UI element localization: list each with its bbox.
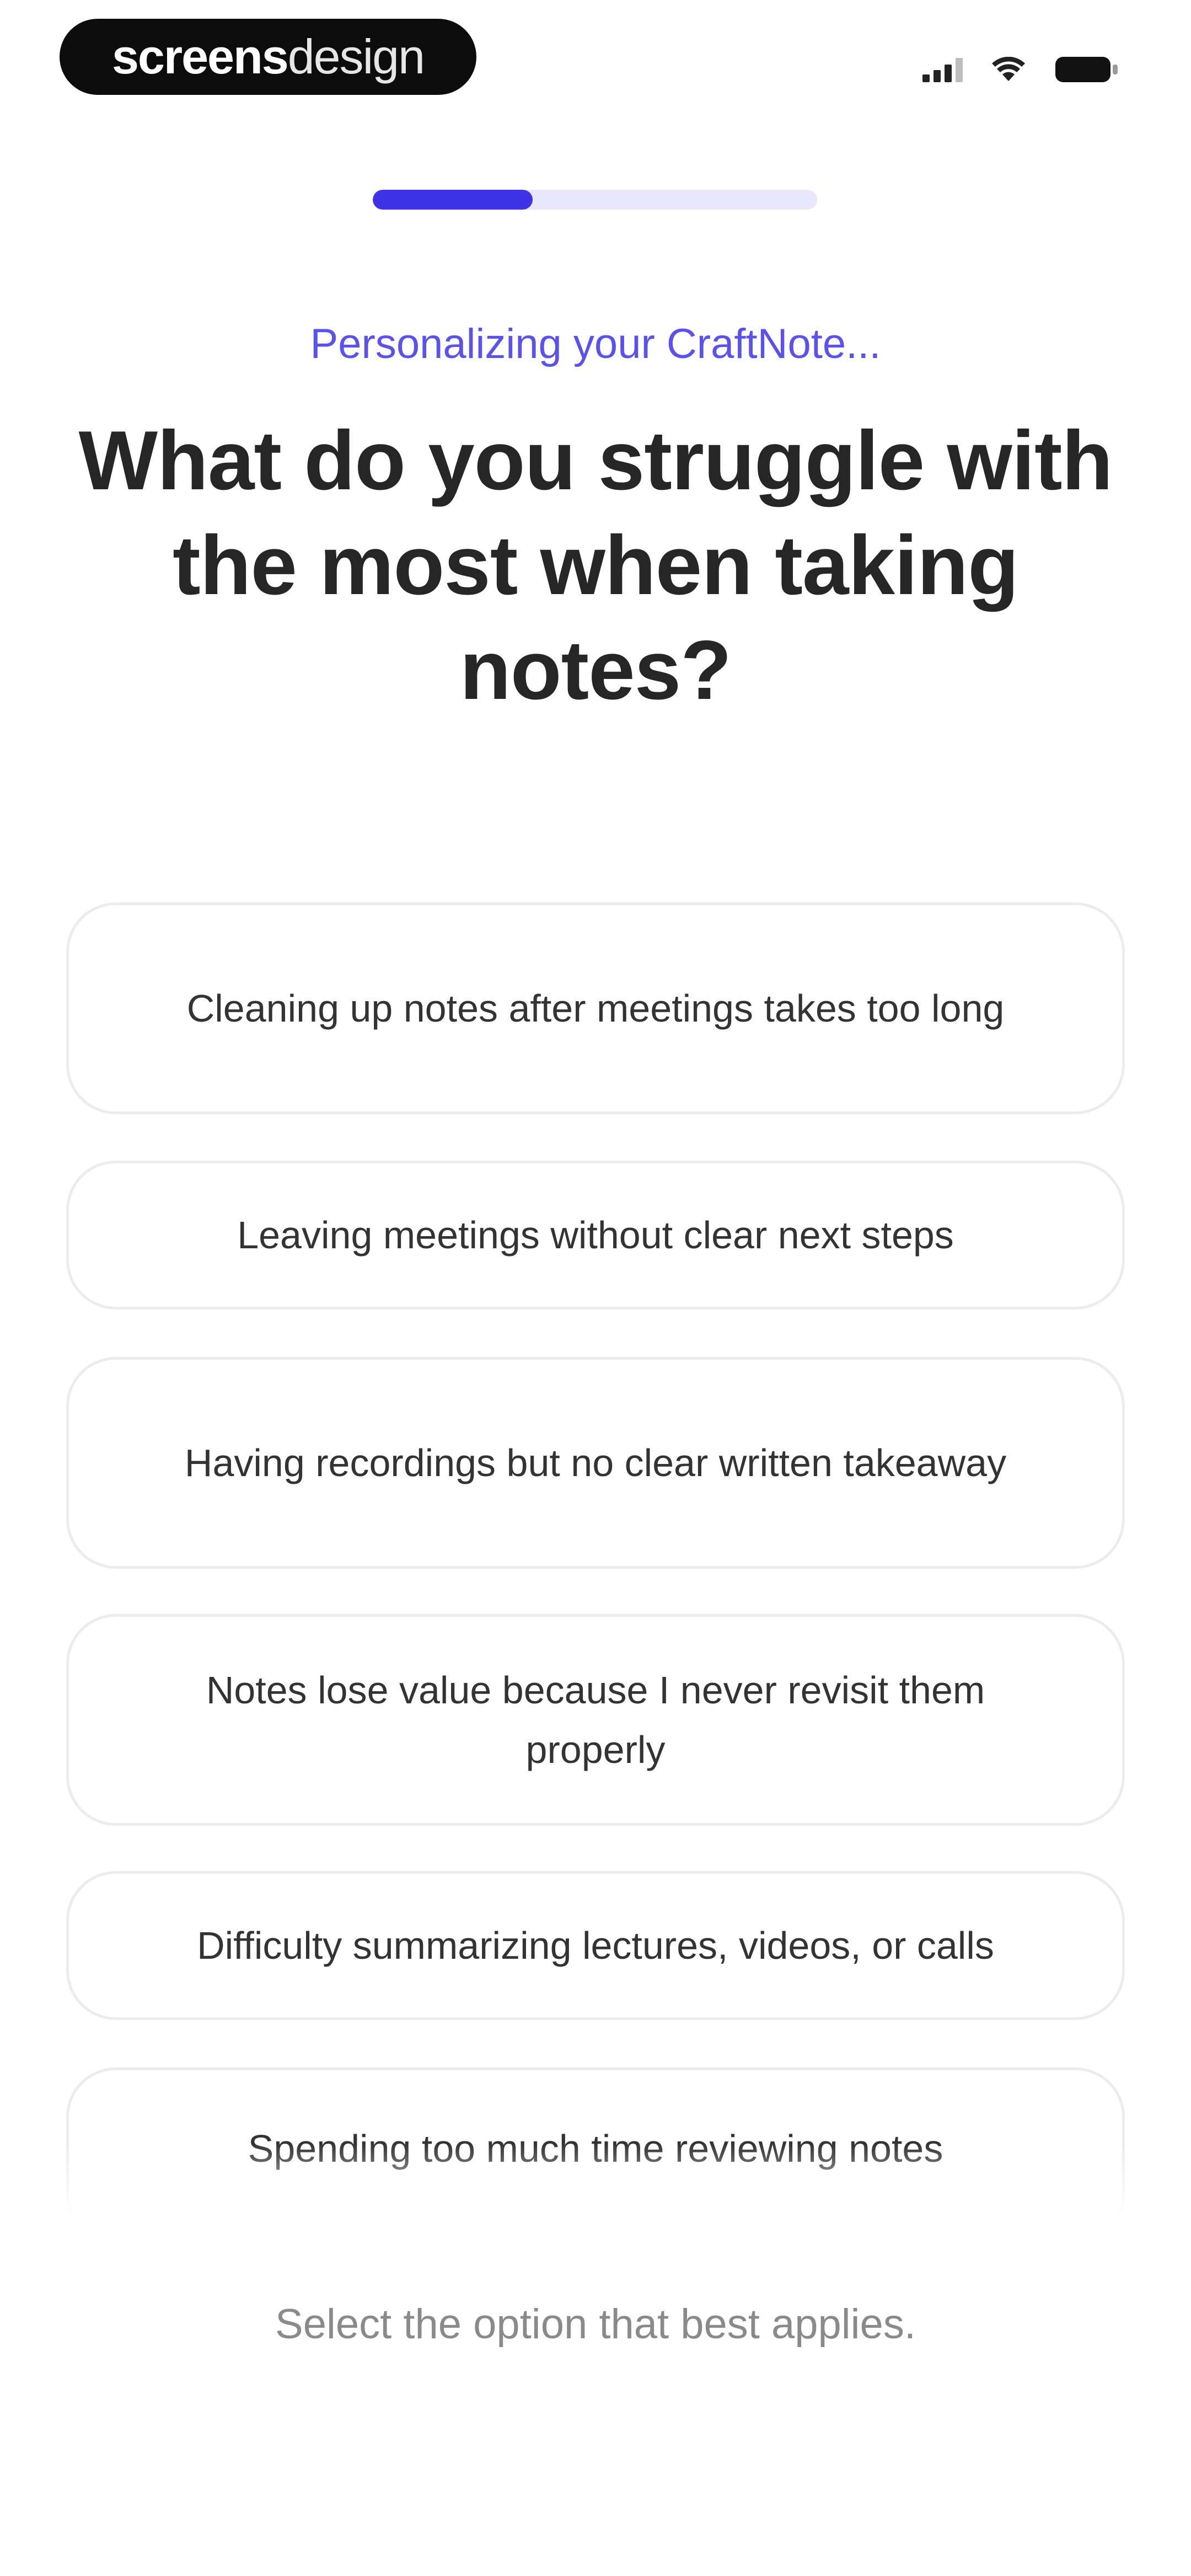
list-fade-overlay: [0, 2144, 1191, 2221]
option-difficulty-summarizing[interactable]: Difficulty summarizing lectures, videos,…: [66, 1871, 1125, 2020]
signal-icon: [922, 57, 963, 82]
option-never-revisit[interactable]: Notes lose value because I never revisit…: [66, 1614, 1125, 1826]
status-icons: [922, 53, 1119, 86]
option-no-next-steps[interactable]: Leaving meetings without clear next step…: [66, 1161, 1125, 1310]
option-cleaning-up-notes[interactable]: Cleaning up notes after meetings takes t…: [66, 902, 1125, 1114]
eyebrow-text: Personalizing your CraftNote...: [310, 320, 881, 367]
wifi-icon: [991, 57, 1026, 82]
helper-text: Select the option that best applies.: [275, 2301, 916, 2348]
options-list[interactable]: Cleaning up notes after meetings takes t…: [66, 902, 1125, 2215]
question-title: What do you struggle with the most when …: [78, 414, 1113, 717]
battery-icon: [1054, 55, 1119, 84]
progress-bar-fill: [373, 190, 533, 210]
option-recordings-no-takeaway[interactable]: Having recordings but no clear written t…: [66, 1357, 1125, 1569]
brand-logo: screens design: [60, 19, 476, 95]
brand-logo-strong: screens: [111, 29, 289, 84]
progress-bar: [373, 190, 817, 210]
status-bar: screens design: [0, 0, 1191, 110]
brand-logo-light: design: [287, 29, 425, 84]
